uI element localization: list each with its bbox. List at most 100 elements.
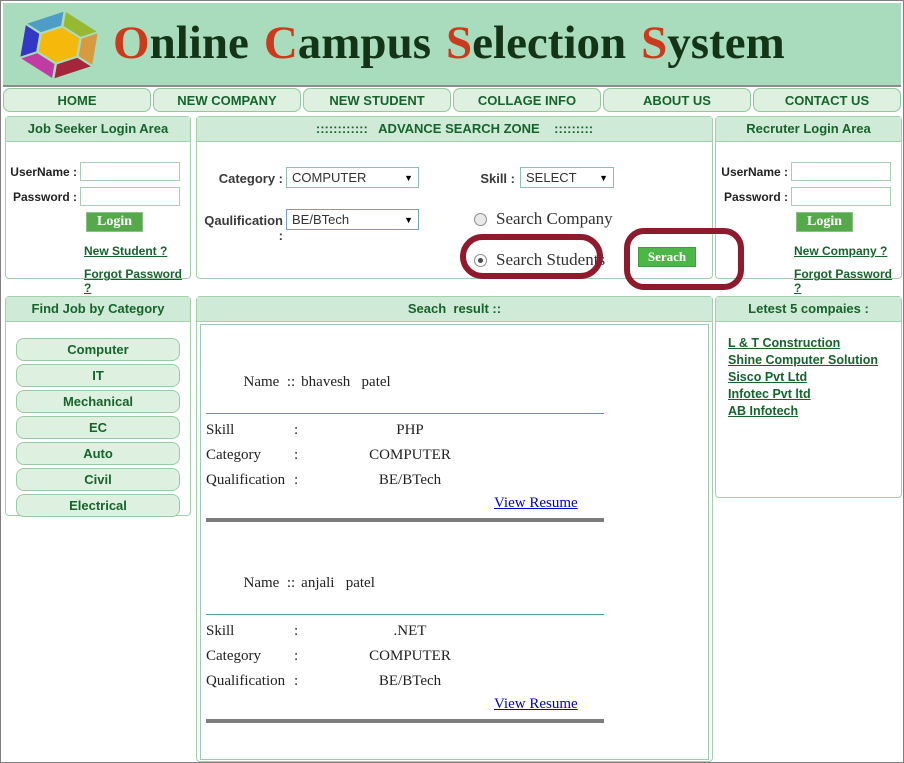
qualification-select[interactable]: BE/BTech ▼: [286, 209, 419, 230]
category-button-civil[interactable]: Civil: [16, 468, 180, 491]
title-segment: election: [472, 17, 626, 69]
skill-value: .NET: [310, 623, 510, 640]
qualification-field-label: Qualification: [206, 673, 294, 690]
password-row: Password :: [6, 187, 180, 206]
search-company-option: Search Company: [474, 209, 613, 229]
view-resume-link[interactable]: View Resume: [494, 495, 578, 512]
advance-search-panel: :::::::::::: ADVANCE SEARCH ZONE :::::::…: [196, 116, 713, 279]
search-results-title: Seach result ::: [197, 297, 712, 322]
category-button-computer[interactable]: Computer: [16, 338, 180, 361]
qualification-value: BE/BTech: [310, 673, 510, 690]
username-row: UserName :: [6, 162, 180, 181]
recruiter-password-input[interactable]: [791, 187, 891, 206]
password-label: Password :: [724, 190, 788, 204]
category-select[interactable]: COMPUTER ▼: [286, 167, 419, 188]
find-job-title: Find Job by Category: [6, 297, 190, 322]
company-link-sisco[interactable]: Sisco Pvt Ltd: [728, 370, 901, 384]
search-company-radio[interactable]: [474, 213, 487, 226]
nav-item-new-company[interactable]: NEW COMPANY: [153, 88, 301, 112]
category-button-it[interactable]: IT: [16, 364, 180, 387]
category-button-ec[interactable]: EC: [16, 416, 180, 439]
student-record: Name ::bhavesh patel Skill : PHP Categor…: [206, 357, 604, 522]
recruiter-login-button[interactable]: Login: [796, 212, 853, 232]
company-link-ab-infotech[interactable]: AB Infotech: [728, 404, 901, 418]
category-field-label: Category: [206, 447, 294, 464]
recruiter-login-panel: Recruter Login Area UserName : Password …: [715, 116, 902, 279]
category-field-label: Category: [206, 648, 294, 665]
qualification-row: Qualification : BE/BTech: [206, 673, 604, 690]
colon: :: [294, 447, 310, 464]
title-segment: S: [446, 17, 472, 69]
student-name: anjali patel: [301, 575, 375, 591]
category-row: Category : COMPUTER: [206, 447, 604, 464]
category-row: Category : COMPUTER: [206, 648, 604, 665]
nav-item-contact-us[interactable]: CONTACT US: [753, 88, 901, 112]
category-button-mechanical[interactable]: Mechanical: [16, 390, 180, 413]
category-value: COMPUTER: [310, 447, 510, 464]
company-link-shine-computer[interactable]: Shine Computer Solution: [728, 353, 901, 367]
job-seeker-login-title: Job Seeker Login Area: [6, 117, 190, 142]
title-segment: nline: [150, 17, 249, 69]
search-students-radio[interactable]: [474, 254, 487, 267]
job-seeker-forgot-password-link[interactable]: Forgot Password ?: [84, 267, 190, 295]
search-students-label: Search Students: [496, 250, 605, 270]
dropdown-arrow-icon: ▼: [404, 168, 413, 189]
skill-label: Skill :: [447, 171, 515, 186]
password-row: Password :: [716, 187, 891, 206]
nav-item-home[interactable]: HOME: [3, 88, 151, 112]
latest-companies-title: Letest 5 compaies :: [716, 297, 901, 322]
category-button-electrical[interactable]: Electrical: [16, 494, 180, 517]
search-button[interactable]: Serach: [638, 247, 696, 267]
company-link-infotec[interactable]: Infotec Pvt ltd: [728, 387, 901, 401]
password-label: Password :: [13, 190, 77, 204]
colon: :: [294, 623, 310, 640]
latest-companies-panel: Letest 5 compaies : L & T Construction S…: [715, 296, 902, 498]
job-seeker-password-input[interactable]: [80, 187, 180, 206]
record-name-line: Name ::bhavesh patel: [206, 357, 604, 414]
page: OnlineCampusSelectionSystem HOME NEW COM…: [0, 0, 904, 763]
title-segment: C: [264, 17, 298, 69]
new-company-link[interactable]: New Company ?: [794, 244, 901, 258]
recruiter-forgot-password-link[interactable]: Forgot Password ?: [794, 267, 901, 295]
skill-select[interactable]: SELECT ▼: [520, 167, 614, 188]
category-select-value: COMPUTER: [292, 170, 366, 185]
job-seeker-login-panel: Job Seeker Login Area UserName : Passwor…: [5, 116, 191, 279]
colon: :: [294, 422, 310, 439]
nav-item-about-us[interactable]: ABOUT US: [603, 88, 751, 112]
logo-hexagon-icon: [11, 6, 107, 84]
nav-item-new-student[interactable]: NEW STUDENT: [303, 88, 451, 112]
header: OnlineCampusSelectionSystem: [3, 3, 901, 87]
advance-search-title: :::::::::::: ADVANCE SEARCH ZONE :::::::…: [197, 117, 712, 142]
record-separator: [206, 518, 604, 522]
search-company-label: Search Company: [496, 209, 613, 229]
search-students-option: Search Students: [474, 250, 605, 270]
title-segment: S: [641, 17, 667, 69]
company-link-lt-construction[interactable]: L & T Construction: [728, 336, 901, 350]
find-job-panel: Find Job by Category Computer IT Mechani…: [5, 296, 191, 516]
search-results-panel: Seach result :: Name ::bhavesh patel Ski…: [196, 296, 713, 762]
nav-item-collage-info[interactable]: COLLAGE INFO: [453, 88, 601, 112]
username-row: UserName :: [716, 162, 891, 181]
colon: :: [294, 673, 310, 690]
recruiter-username-input[interactable]: [791, 162, 891, 181]
record-name-line: Name ::anjali patel: [206, 558, 604, 615]
qualification-row: Qualification : BE/BTech: [206, 472, 604, 489]
name-label: Name ::: [244, 374, 296, 390]
title-segment: ampus: [298, 17, 431, 69]
job-seeker-login-button[interactable]: Login: [86, 212, 143, 232]
advance-search-body: Category : COMPUTER ▼ Skill : SELECT ▼ Q…: [197, 142, 712, 280]
recruiter-login-title: Recruter Login Area: [716, 117, 901, 142]
skill-row: Skill : PHP: [206, 422, 604, 439]
category-label: Category :: [197, 171, 283, 186]
skill-field-label: Skill: [206, 422, 294, 439]
view-resume-link[interactable]: View Resume: [494, 696, 578, 713]
qualification-field-label: Qualification: [206, 472, 294, 489]
skill-field-label: Skill: [206, 623, 294, 640]
qualification-label: Qaulification :: [197, 213, 283, 243]
job-seeker-username-input[interactable]: [80, 162, 180, 181]
dropdown-arrow-icon: ▼: [599, 168, 608, 189]
main-nav: HOME NEW COMPANY NEW STUDENT COLLAGE INF…: [3, 88, 901, 112]
category-button-auto[interactable]: Auto: [16, 442, 180, 465]
new-student-link[interactable]: New Student ?: [84, 244, 190, 258]
title-segment: ystem: [667, 17, 784, 69]
